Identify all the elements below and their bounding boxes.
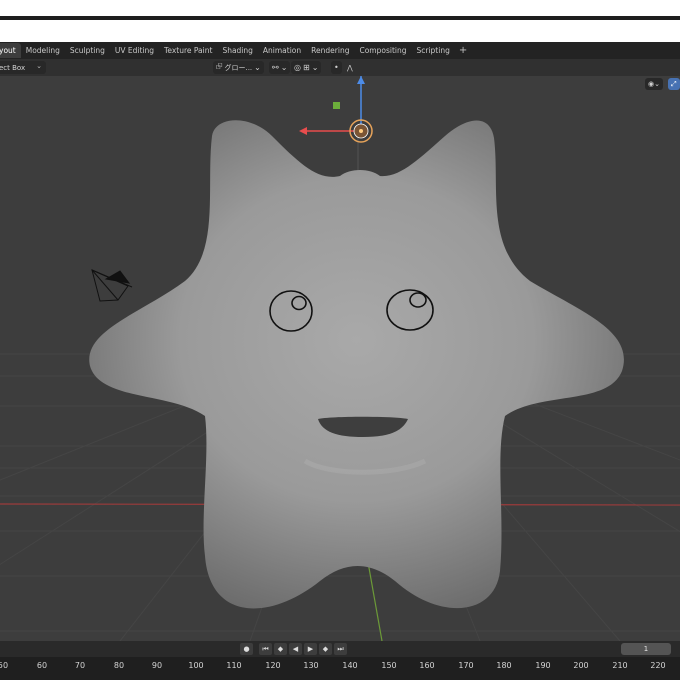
tab-uv-editing[interactable]: UV Editing bbox=[110, 43, 159, 58]
keyframe-prev-icon: ◆ bbox=[277, 645, 284, 653]
tab-sculpting[interactable]: Sculpting bbox=[65, 43, 110, 58]
window-gap bbox=[0, 20, 680, 42]
ruler-tick: 100 bbox=[188, 661, 204, 670]
keyframe-prev-button[interactable]: ◆ bbox=[274, 643, 287, 655]
ruler-tick: 60 bbox=[36, 661, 48, 670]
proportional-falloff-dropdown[interactable]: ⋀ bbox=[344, 61, 356, 74]
ruler-tick: 140 bbox=[342, 661, 358, 670]
chevron-down-icon: ⌄ bbox=[254, 63, 261, 72]
visibility-toggle[interactable]: ◉ ⌄ bbox=[645, 78, 663, 90]
record-icon: ● bbox=[243, 645, 250, 653]
record-button[interactable]: ● bbox=[240, 643, 253, 655]
tab-animation[interactable]: Animation bbox=[258, 43, 306, 58]
play-icon: ▶ bbox=[307, 645, 314, 653]
tab-layout[interactable]: yout bbox=[0, 43, 21, 58]
jump-start-icon: ⏮ bbox=[262, 644, 269, 653]
chevron-down-icon: ⌄ bbox=[311, 63, 319, 72]
chevron-down-icon: ⌄ bbox=[280, 63, 288, 72]
tab-compositing[interactable]: Compositing bbox=[354, 43, 411, 58]
ruler-tick: 200 bbox=[573, 661, 589, 670]
gizmo-toggle[interactable]: ⤢ bbox=[668, 78, 680, 90]
ruler-tick: 120 bbox=[265, 661, 281, 670]
jump-end-icon: ⏭ bbox=[337, 644, 344, 653]
play-reverse-icon: ◀ bbox=[292, 645, 299, 653]
jump-end-button[interactable]: ⏭ bbox=[334, 643, 347, 655]
ruler-tick: 80 bbox=[113, 661, 125, 670]
transform-orientation-icon: ⮺ bbox=[216, 61, 223, 71]
workspace-tabbar: yout Modeling Sculpting UV Editing Textu… bbox=[0, 42, 680, 59]
add-workspace-button[interactable]: + bbox=[455, 45, 471, 56]
tab-shading[interactable]: Shading bbox=[217, 43, 257, 58]
ruler-tick: 110 bbox=[226, 661, 242, 670]
snap-toggle[interactable]: ◎ ⊞ ⌄ bbox=[291, 61, 322, 74]
timeline-controls: ● ⏮ ◆ ◀ ▶ ◆ ⏭ 1 bbox=[0, 641, 680, 657]
tab-scripting[interactable]: Scripting bbox=[411, 43, 454, 58]
ruler-tick: 150 bbox=[381, 661, 397, 670]
tab-texture-paint[interactable]: Texture Paint bbox=[159, 43, 217, 58]
proportional-edit-toggle[interactable]: • bbox=[331, 61, 342, 74]
tab-modeling[interactable]: Modeling bbox=[21, 43, 65, 58]
play-button[interactable]: ▶ bbox=[304, 643, 317, 655]
ruler-tick: 210 bbox=[612, 661, 628, 670]
pivot-icon: ⚯ bbox=[272, 63, 279, 72]
keyframe-next-button[interactable]: ◆ bbox=[319, 643, 332, 655]
ruler-tick: 90 bbox=[151, 661, 163, 670]
tab-rendering[interactable]: Rendering bbox=[306, 43, 354, 58]
jump-start-button[interactable]: ⏮ bbox=[259, 643, 272, 655]
proportional-edit-icon: • bbox=[334, 63, 339, 72]
snap-icon: ◎ bbox=[294, 63, 301, 72]
ruler-tick: 130 bbox=[303, 661, 319, 670]
pivot-point-dropdown[interactable]: ⚯ ⌄ bbox=[269, 61, 291, 74]
light-icon[interactable] bbox=[299, 76, 373, 143]
gizmo-toggle-icon: ⤢ bbox=[671, 79, 677, 88]
viewport-header: ect Box ⌄ ⮺ グロー... ⌄ ⚯ ⌄ ◎ ⊞ ⌄ • ⋀ bbox=[0, 59, 680, 76]
transform-orientation-label: グロー... bbox=[224, 63, 253, 72]
select-mode-dropdown[interactable]: ect Box ⌄ bbox=[0, 61, 46, 74]
play-reverse-button[interactable]: ◀ bbox=[289, 643, 302, 655]
viewport-scene bbox=[0, 76, 680, 641]
chevron-down-icon: ⌄ bbox=[654, 80, 660, 88]
select-mode-label: ect Box bbox=[0, 63, 26, 72]
ruler-tick: 50 bbox=[0, 661, 9, 670]
chevron-down-icon: ⌄ bbox=[36, 62, 42, 70]
snap-target-icon: ⊞ bbox=[302, 63, 310, 72]
keyframe-next-icon: ◆ bbox=[322, 645, 329, 653]
transform-orientation-dropdown[interactable]: ⮺ グロー... ⌄ bbox=[213, 61, 264, 74]
ruler-tick: 190 bbox=[535, 661, 551, 670]
camera-icon[interactable] bbox=[91, 269, 133, 302]
ruler-tick: 160 bbox=[419, 661, 435, 670]
proportional-falloff-label: ⋀ bbox=[347, 63, 353, 72]
timeline-ruler[interactable]: 50 60 70 80 90 100 110 120 130 140 150 1… bbox=[0, 657, 680, 680]
ruler-tick: 70 bbox=[74, 661, 86, 670]
ruler-tick: 170 bbox=[458, 661, 474, 670]
playback-controls: ● ⏮ ◆ ◀ ▶ ◆ ⏭ bbox=[240, 643, 347, 655]
character-body bbox=[89, 120, 624, 609]
current-frame-field[interactable]: 1 bbox=[621, 643, 671, 655]
ruler-tick: 180 bbox=[496, 661, 512, 670]
ruler-tick: 220 bbox=[650, 661, 666, 670]
3d-viewport[interactable]: ◉ ⌄ ⤢ bbox=[0, 76, 680, 641]
top-margin bbox=[0, 0, 680, 16]
